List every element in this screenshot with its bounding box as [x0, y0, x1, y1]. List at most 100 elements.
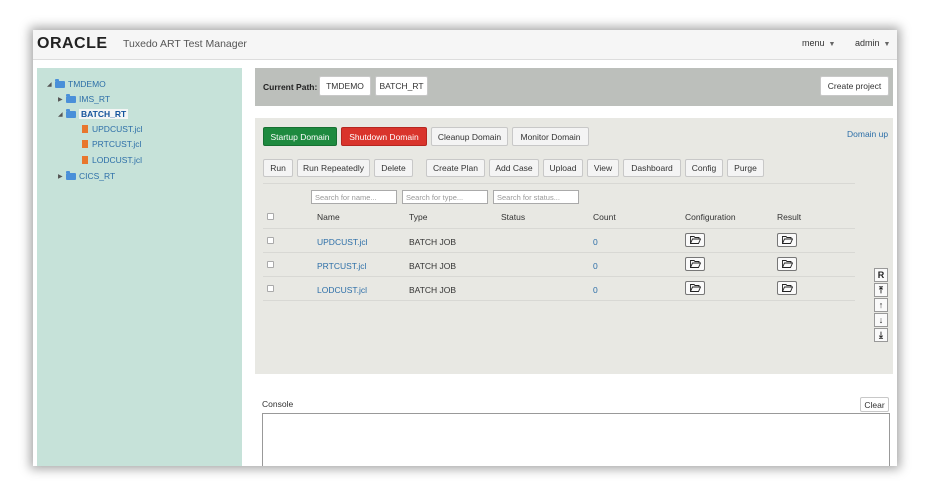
file-icon: [82, 125, 88, 133]
row-count-link[interactable]: 0: [593, 261, 598, 271]
file-icon: [82, 156, 88, 164]
folder-icon: [66, 170, 76, 180]
divider: [263, 183, 855, 184]
collapsed-triangle-icon[interactable]: ▶: [58, 173, 66, 180]
current-path-bar: Current Path: TMDEMO BATCH_RT Create pro…: [255, 68, 893, 106]
user-dropdown[interactable]: admin ▼: [855, 38, 890, 48]
console-output[interactable]: [262, 413, 890, 466]
tree-item-updcust[interactable]: UPDCUST.jcl: [82, 122, 143, 136]
folder-open-icon: [689, 260, 701, 268]
row-checkbox[interactable]: [267, 285, 274, 292]
tree-item-label: BATCH_RT: [79, 109, 129, 119]
tree-item-lodcust[interactable]: LODCUST.jcl: [82, 153, 142, 167]
app-window: ORACLE Tuxedo ART Test Manager menu ▼ adm…: [33, 30, 897, 466]
folder-icon: [55, 78, 65, 88]
move-top-button[interactable]: ⤒: [874, 283, 888, 297]
column-header-status[interactable]: Status: [501, 212, 525, 222]
console-label: Console: [262, 399, 294, 409]
result-folder-button[interactable]: [777, 233, 797, 247]
column-header-configuration[interactable]: Configuration: [685, 212, 736, 222]
path-crumb-batch-rt[interactable]: BATCH_RT: [375, 76, 428, 96]
startup-domain-button[interactable]: Startup Domain: [263, 127, 337, 146]
tree-item-label: LODCUST.jcl: [92, 155, 143, 165]
caret-down-icon: ▼: [883, 41, 891, 48]
purge-button[interactable]: Purge: [727, 159, 764, 177]
column-header-name[interactable]: Name: [317, 212, 340, 222]
tree-item-label: CICS_RT: [79, 171, 116, 181]
tree-item-prtcust[interactable]: PRTCUST.jcl: [82, 137, 141, 151]
oracle-logo: ORACLE: [37, 35, 108, 52]
row-type: BATCH JOB: [409, 285, 457, 295]
cleanup-domain-button[interactable]: Cleanup Domain: [431, 127, 508, 146]
dashboard-button[interactable]: Dashboard: [623, 159, 681, 177]
row-count-link[interactable]: 0: [593, 285, 598, 295]
row-type: BATCH JOB: [409, 261, 457, 271]
run-button[interactable]: Run: [263, 159, 293, 177]
upload-button[interactable]: Upload: [543, 159, 583, 177]
add-case-button[interactable]: Add Case: [489, 159, 539, 177]
menu-dropdown[interactable]: menu ▼: [802, 38, 835, 48]
folder-open-icon: [781, 260, 793, 268]
tree-item-tmdemo[interactable]: ◢ TMDEMO: [47, 77, 106, 91]
delete-button[interactable]: Delete: [374, 159, 413, 177]
user-label: admin: [855, 38, 880, 48]
column-header-type[interactable]: Type: [409, 212, 427, 222]
move-up-button[interactable]: ↑: [874, 298, 888, 312]
row-checkbox[interactable]: [267, 261, 274, 268]
expanded-triangle-icon[interactable]: ◢: [58, 111, 66, 118]
row-type: BATCH JOB: [409, 237, 457, 247]
view-button[interactable]: View: [587, 159, 619, 177]
tree-item-label: UPDCUST.jcl: [92, 124, 143, 134]
configuration-folder-button[interactable]: [685, 257, 705, 271]
divider: [263, 300, 855, 301]
tree-item-cics-rt[interactable]: ▶ CICS_RT: [58, 169, 115, 183]
column-header-count[interactable]: Count: [593, 212, 616, 222]
row-name-link[interactable]: PRTCUST.jcl: [317, 261, 366, 271]
search-type-input[interactable]: [402, 190, 488, 204]
config-button[interactable]: Config: [685, 159, 723, 177]
result-folder-button[interactable]: [777, 281, 797, 295]
shutdown-domain-button[interactable]: Shutdown Domain: [341, 127, 427, 146]
create-project-button[interactable]: Create project: [820, 76, 889, 96]
caret-down-icon: ▼: [828, 41, 836, 48]
run-repeatedly-button[interactable]: Run Repeatedly: [297, 159, 370, 177]
column-header-result[interactable]: Result: [777, 212, 801, 222]
app-title: Tuxedo ART Test Manager: [123, 38, 247, 50]
refresh-button[interactable]: R: [874, 268, 888, 282]
tree-item-ims-rt[interactable]: ▶ IMS_RT: [58, 92, 110, 106]
divider: [263, 228, 855, 229]
path-crumb-tmdemo[interactable]: TMDEMO: [319, 76, 371, 96]
result-folder-button[interactable]: [777, 257, 797, 271]
expanded-triangle-icon[interactable]: ◢: [47, 81, 55, 88]
folder-icon: [66, 93, 76, 103]
clear-console-button[interactable]: Clear: [860, 397, 889, 412]
move-down-button[interactable]: ↓: [874, 313, 888, 327]
divider: [263, 276, 855, 277]
row-name-link[interactable]: LODCUST.jcl: [317, 285, 367, 295]
domain-status-link[interactable]: Domain up: [847, 129, 888, 139]
divider: [263, 252, 855, 253]
tree-item-label: IMS_RT: [79, 94, 111, 104]
configuration-folder-button[interactable]: [685, 281, 705, 295]
monitor-domain-button[interactable]: Monitor Domain: [512, 127, 589, 146]
collapsed-triangle-icon[interactable]: ▶: [58, 96, 66, 103]
select-all-checkbox[interactable]: [267, 213, 274, 220]
move-bottom-button[interactable]: ⤓: [874, 328, 888, 342]
row-checkbox[interactable]: [267, 237, 274, 244]
folder-icon: [66, 108, 76, 118]
search-name-input[interactable]: [311, 190, 397, 204]
current-path-label: Current Path:: [263, 82, 318, 92]
row-name-link[interactable]: UPDCUST.jcl: [317, 237, 368, 247]
folder-open-icon: [689, 236, 701, 244]
file-icon: [82, 140, 88, 148]
folder-open-icon: [781, 284, 793, 292]
row-count-link[interactable]: 0: [593, 237, 598, 247]
tree-item-label: TMDEMO: [68, 79, 106, 89]
tree-item-batch-rt[interactable]: ◢ BATCH_RT: [58, 107, 129, 121]
top-bar: ORACLE Tuxedo ART Test Manager menu ▼ adm…: [33, 30, 897, 60]
menu-label: menu: [802, 38, 825, 48]
create-plan-button[interactable]: Create Plan: [426, 159, 485, 177]
configuration-folder-button[interactable]: [685, 233, 705, 247]
folder-open-icon: [781, 236, 793, 244]
search-status-input[interactable]: [493, 190, 579, 204]
